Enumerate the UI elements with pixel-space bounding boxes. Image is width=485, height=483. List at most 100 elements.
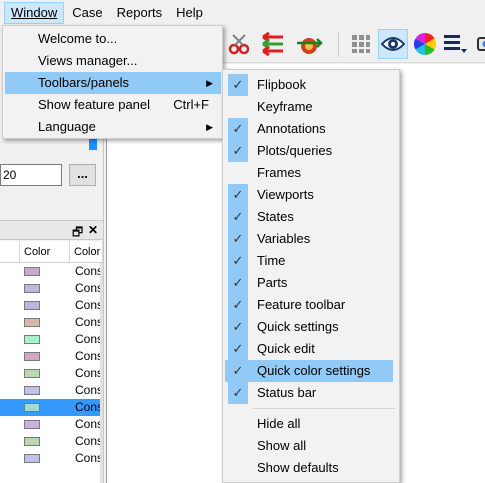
submenu-item-quick-settings[interactable]: ✓ Quick settings xyxy=(225,316,397,338)
table-row[interactable]: Cons xyxy=(0,297,103,314)
submenu-item-hide-all[interactable]: Hide all xyxy=(225,413,397,435)
checkmark-icon: ✓ xyxy=(228,250,248,272)
submenu-item-label: Parts xyxy=(257,275,288,290)
submenu-item-quick-color-settings[interactable]: ✓ Quick color settings xyxy=(225,360,393,382)
scissors-icon[interactable] xyxy=(224,29,254,59)
parts-table: Cons Cons Cons Cons Cons Cons Cons Cons Cons Cons… xyxy=(0,263,103,483)
menu-help[interactable]: Help xyxy=(170,2,209,24)
row-text: Cons xyxy=(75,281,104,295)
menu-item-show-feature-panel[interactable]: Show feature panel Ctrl+F xyxy=(5,94,221,116)
submenu-item-show-defaults[interactable]: Show defaults xyxy=(225,457,397,479)
submenu-item-show-all[interactable]: Show all xyxy=(225,435,397,457)
checkmark-icon: ✓ xyxy=(228,184,248,206)
submenu-item-label: States xyxy=(257,209,294,224)
table-row[interactable]: Cons xyxy=(0,263,103,280)
menu-case[interactable]: Case xyxy=(66,2,108,24)
menu-item-label: Views manager... xyxy=(38,53,138,68)
submenu-item-flipbook[interactable]: ✓ Flipbook xyxy=(225,74,397,96)
menu-item-toolbars-panels[interactable]: Toolbars/panels ▶ xyxy=(5,72,221,94)
color-swatch[interactable] xyxy=(24,369,40,378)
submenu-arrow-icon: ▶ xyxy=(206,78,213,88)
color-swatch[interactable] xyxy=(24,403,40,412)
column-header-color-2[interactable]: Color xyxy=(70,241,103,263)
submenu-item-plots-queries[interactable]: ✓ Plots/queries xyxy=(225,140,397,162)
toolbar-separator xyxy=(338,31,339,57)
color-swatch[interactable] xyxy=(24,318,40,327)
submenu-item-label: Frames xyxy=(257,165,302,180)
table-header: Color Color xyxy=(0,241,103,263)
submenu-item-label: Quick settings xyxy=(257,319,339,334)
row-text: Cons xyxy=(75,264,104,278)
color-swatch[interactable] xyxy=(24,267,40,276)
checkmark-icon: ✓ xyxy=(228,338,248,360)
menubar: Window Case Reports Help xyxy=(0,0,485,25)
color-swatch[interactable] xyxy=(24,454,40,463)
submenu-item-viewports[interactable]: ✓ Viewports xyxy=(225,184,397,206)
menu-reports[interactable]: Reports xyxy=(111,2,169,24)
table-row[interactable]: Cons xyxy=(0,314,103,331)
column-header-empty[interactable] xyxy=(0,241,20,263)
menu-separator xyxy=(253,408,395,409)
menu-item-views-manager[interactable]: Views manager... xyxy=(5,50,221,72)
submenu-item-time[interactable]: ✓ Time xyxy=(225,250,397,272)
submenu-item-variables[interactable]: ✓ Variables xyxy=(225,228,397,250)
shortcut-label: Ctrl+F xyxy=(173,97,209,112)
submenu-item-label: Flipbook xyxy=(257,77,307,92)
color-swatch[interactable] xyxy=(24,420,40,429)
table-row[interactable]: Cons xyxy=(0,416,103,433)
row-text: Cons xyxy=(75,400,104,414)
color-swatch[interactable] xyxy=(24,301,40,310)
submenu-item-label: Viewports xyxy=(257,187,314,202)
row-text: Cons xyxy=(75,366,104,380)
checkmark-icon: ✓ xyxy=(228,382,248,404)
submenu-item-frames[interactable]: Frames xyxy=(225,162,397,184)
menu-item-label: Welcome to... xyxy=(38,31,118,46)
submenu-item-label: Annotations xyxy=(257,121,326,136)
table-row[interactable]: Cons xyxy=(0,433,103,450)
submenu-item-label: Quick edit xyxy=(257,341,315,356)
submenu-item-status-bar[interactable]: ✓ Status bar xyxy=(225,382,397,404)
menu-window[interactable]: Window xyxy=(4,1,65,24)
color-swatch[interactable] xyxy=(24,335,40,344)
close-icon[interactable]: ✕ xyxy=(88,223,98,237)
window-menu: Welcome to... Views manager... Toolbars/pa… xyxy=(2,25,223,139)
submenu-item-parts[interactable]: ✓ Parts xyxy=(225,272,397,294)
submenu-item-feature-toolbar[interactable]: ✓ Feature toolbar xyxy=(225,294,397,316)
table-row[interactable]: Cons xyxy=(0,399,103,416)
submenu-item-quick-edit[interactable]: ✓ Quick edit xyxy=(225,338,397,360)
row-text: Cons xyxy=(75,417,104,431)
row-text: Cons xyxy=(75,383,104,397)
color-swatch[interactable] xyxy=(24,437,40,446)
submenu-item-annotations[interactable]: ✓ Annotations xyxy=(225,118,397,140)
submenu-item-states[interactable]: ✓ States xyxy=(225,206,397,228)
table-row[interactable]: Cons xyxy=(0,280,103,297)
submenu-item-keyframe[interactable]: Keyframe xyxy=(225,96,397,118)
table-row[interactable]: Cons xyxy=(0,348,103,365)
target-arrow-icon[interactable] xyxy=(294,29,324,59)
submenu-item-label: Show defaults xyxy=(257,460,339,475)
row-text: Cons xyxy=(75,349,104,363)
menu-item-language[interactable]: Language ▶ xyxy=(5,116,221,138)
table-row[interactable]: Cons xyxy=(0,382,103,399)
camera-icon[interactable] xyxy=(470,29,485,59)
submenu-item-label: Feature toolbar xyxy=(257,297,346,312)
color-swatch[interactable] xyxy=(24,386,40,395)
vertical-scrollbar[interactable] xyxy=(100,263,103,483)
color-wheel-icon[interactable] xyxy=(410,29,440,59)
menu-item-welcome-to[interactable]: Welcome to... xyxy=(5,28,221,50)
layers-icon[interactable] xyxy=(440,29,470,59)
checkmark-icon: ✓ xyxy=(228,140,248,162)
table-row[interactable]: Cons xyxy=(0,450,103,467)
color-swatch[interactable] xyxy=(24,352,40,361)
checkmark-icon: ✓ xyxy=(228,206,248,228)
table-row[interactable]: Cons xyxy=(0,365,103,382)
color-swatch[interactable] xyxy=(24,284,40,293)
ellipsis-button[interactable]: ... xyxy=(69,164,96,186)
menu-item-label: Toolbars/panels xyxy=(38,75,130,90)
table-row[interactable]: Cons xyxy=(0,331,103,348)
mesh-icon[interactable] xyxy=(346,29,376,59)
column-header-color[interactable]: Color xyxy=(20,241,70,263)
arrows-icon[interactable] xyxy=(258,29,288,59)
eye-icon[interactable] xyxy=(378,29,408,59)
value-field[interactable]: 20 xyxy=(0,164,62,186)
